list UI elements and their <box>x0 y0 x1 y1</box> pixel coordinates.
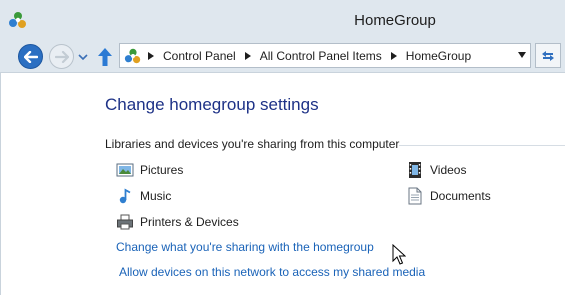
library-item-documents: Documents <box>406 187 491 205</box>
back-arrow-icon <box>23 50 38 63</box>
library-item-videos: Videos <box>406 161 466 179</box>
pictures-icon <box>116 163 134 177</box>
forward-button[interactable] <box>49 44 74 69</box>
documents-icon <box>408 187 422 205</box>
breadcrumb: Control Panel All Control Panel Items Ho… <box>144 44 471 67</box>
dropdown-arrow-icon[interactable] <box>518 52 526 58</box>
content-pane: Change homegroup settings Libraries and … <box>0 73 565 295</box>
chevron-right-icon[interactable] <box>390 51 397 60</box>
library-item-pictures: Pictures <box>116 161 183 179</box>
window-title: HomeGroup <box>354 12 436 29</box>
library-label-videos: Videos <box>430 163 467 177</box>
library-label-pictures: Pictures <box>140 163 184 177</box>
change-sharing-link[interactable]: Change what you're sharing with the home… <box>116 240 374 254</box>
section-divider <box>399 145 565 146</box>
back-button[interactable] <box>18 44 43 69</box>
library-item-printers: Printers & Devices <box>116 213 239 231</box>
breadcrumb-control-panel[interactable]: Control Panel <box>163 49 236 63</box>
breadcrumb-all-items[interactable]: All Control Panel Items <box>260 49 382 63</box>
chevron-right-icon[interactable] <box>244 51 251 60</box>
library-label-music: Music <box>140 189 172 203</box>
mouse-cursor-icon <box>392 244 406 265</box>
videos-icon <box>409 162 421 178</box>
navigation-bar: Control Panel All Control Panel Items Ho… <box>0 41 565 73</box>
library-label-documents: Documents <box>430 189 491 203</box>
printer-icon <box>117 214 133 230</box>
breadcrumb-homegroup[interactable]: HomeGroup <box>406 49 471 63</box>
sharing-section-header: Libraries and devices you're sharing fro… <box>105 137 400 151</box>
refresh-button[interactable] <box>535 43 561 68</box>
music-icon <box>119 188 131 204</box>
library-label-printers: Printers & Devices <box>140 215 239 229</box>
homegroup-icon <box>9 12 26 28</box>
library-item-music: Music <box>116 187 171 205</box>
address-bar[interactable]: Control Panel All Control Panel Items Ho… <box>119 43 531 68</box>
homegroup-icon <box>124 48 141 64</box>
forward-arrow-icon <box>54 50 69 63</box>
chevron-right-icon[interactable] <box>148 51 154 60</box>
title-bar: HomeGroup <box>0 0 565 41</box>
refresh-icon <box>542 50 554 61</box>
up-arrow-icon[interactable] <box>95 46 115 68</box>
chevron-down-icon[interactable] <box>78 52 88 62</box>
allow-media-access-link[interactable]: Allow devices on this network to access … <box>119 265 425 279</box>
page-title: Change homegroup settings <box>105 95 319 114</box>
